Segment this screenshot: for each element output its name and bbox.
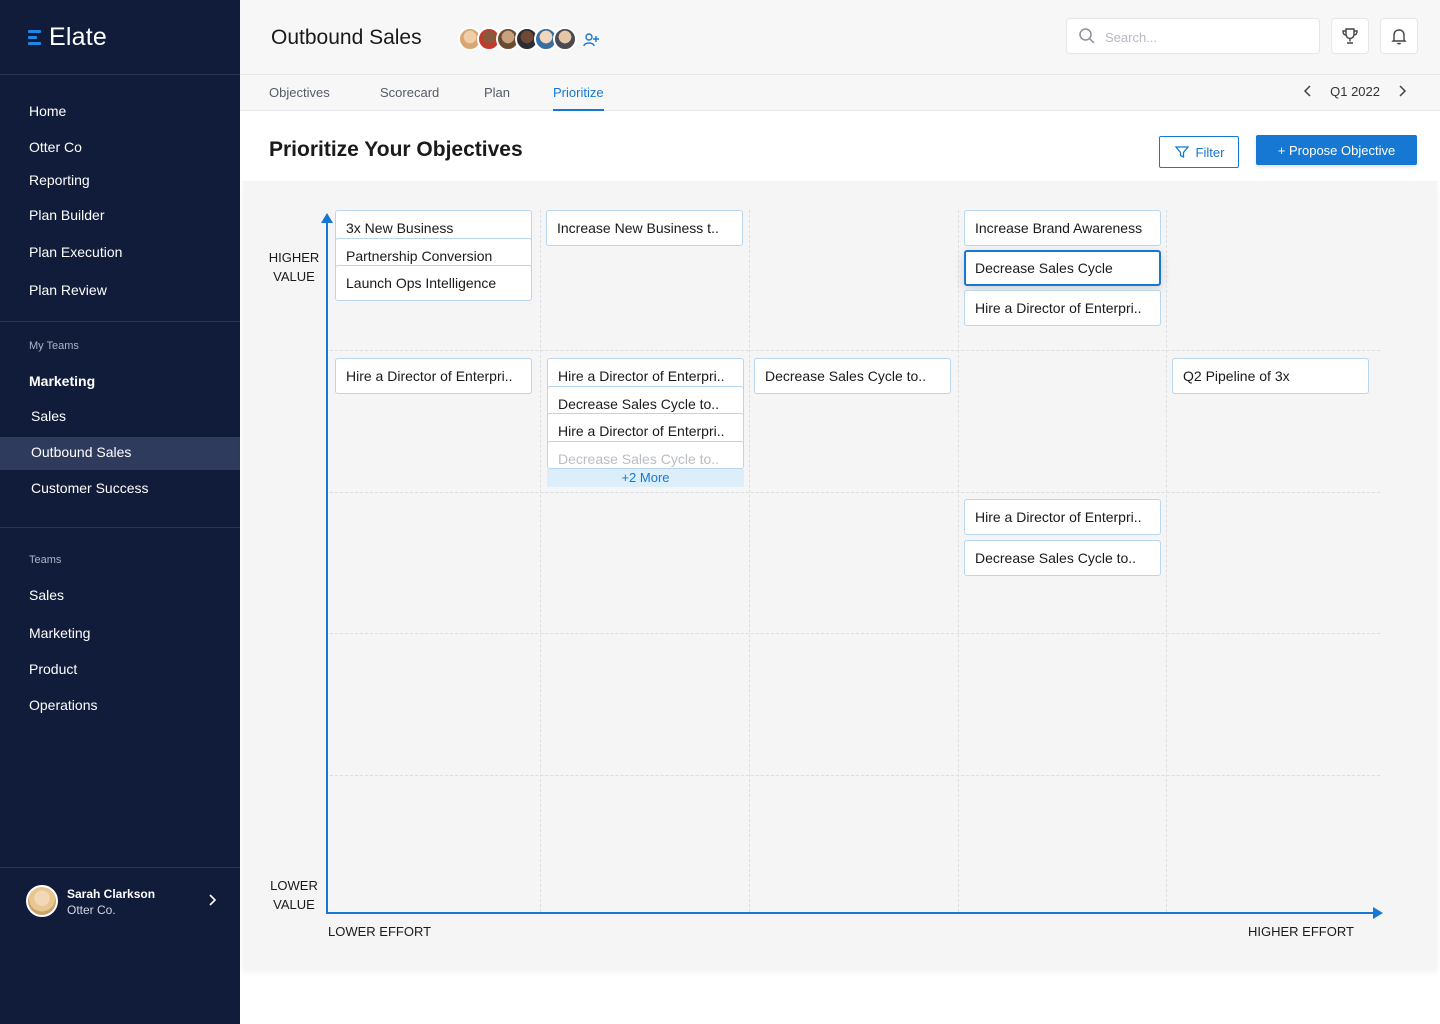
chevron-right-icon[interactable] <box>1394 83 1410 99</box>
y-axis-high-label: HIGHER VALUE <box>266 248 322 286</box>
grid-line <box>330 350 1380 351</box>
avatar[interactable] <box>553 27 577 51</box>
my-teams-heading: My Teams <box>29 340 79 352</box>
sidebar-divider <box>0 321 240 322</box>
objective-card[interactable]: Q2 Pipeline of 3x <box>1172 358 1369 394</box>
user-name: Sarah Clarkson <box>67 887 156 901</box>
sidebar-team-sales[interactable]: Sales <box>31 408 66 424</box>
filter-button[interactable]: Filter <box>1159 136 1239 168</box>
objective-card[interactable]: Hire a Director of Enterpri.. <box>335 358 532 394</box>
objective-card-selected[interactable]: Decrease Sales Cycle <box>964 250 1161 286</box>
brand-logo[interactable]: Elate <box>28 22 107 51</box>
tab-objectives[interactable]: Objectives <box>269 85 330 111</box>
period-label: Q1 2022 <box>1330 83 1380 99</box>
sidebar-item-plan-review[interactable]: Plan Review <box>29 282 107 298</box>
propose-objective-button[interactable]: + Propose Objective <box>1256 135 1417 165</box>
user-org: Otter Co. <box>67 903 116 917</box>
objective-card[interactable]: Increase Brand Awareness <box>964 210 1161 246</box>
add-member-icon[interactable] <box>582 31 600 49</box>
sidebar-item-plan-execution[interactable]: Plan Execution <box>29 244 122 260</box>
x-axis-high-label: HIGHER EFFORT <box>1248 924 1354 939</box>
grid-line <box>749 210 750 912</box>
objective-card[interactable]: Hire a Director of Enterpri.. <box>964 499 1161 535</box>
value-axis <box>326 220 328 914</box>
sidebar-teams-sales[interactable]: Sales <box>29 587 64 603</box>
sidebar-team-customer-success[interactable]: Customer Success <box>31 480 148 496</box>
period-selector: Q1 2022 <box>1300 83 1410 99</box>
sidebar-team-marketing[interactable]: Marketing <box>29 373 95 389</box>
teams-heading: Teams <box>29 554 62 566</box>
objective-card[interactable]: Decrease Sales Cycle to.. <box>754 358 951 394</box>
objective-card[interactable]: Hire a Director of Enterpri.. <box>964 290 1161 326</box>
sidebar-divider <box>0 867 240 868</box>
y-high-line-2: VALUE <box>273 269 315 284</box>
arrow-right-icon <box>1373 907 1383 919</box>
sidebar-item-home[interactable]: Home <box>29 103 66 119</box>
y-low-line-2: VALUE <box>273 897 315 912</box>
search-field[interactable] <box>1066 18 1320 54</box>
content-title: Prioritize Your Objectives <box>269 138 523 161</box>
y-low-line-1: LOWER <box>270 878 318 893</box>
search-input[interactable] <box>1105 27 1305 47</box>
page-title: Outbound Sales <box>271 26 422 49</box>
sidebar-item-otter-co[interactable]: Otter Co <box>29 139 82 155</box>
tab-scorecard[interactable]: Scorecard <box>380 85 439 111</box>
search-icon <box>1079 28 1095 44</box>
sidebar-divider <box>0 527 240 528</box>
sidebar-teams-marketing[interactable]: Marketing <box>29 625 90 641</box>
tab-prioritize[interactable]: Prioritize <box>553 85 604 111</box>
sidebar-teams-operations[interactable]: Operations <box>29 697 97 713</box>
more-objectives-link[interactable]: +2 More <box>547 469 744 487</box>
sidebar-item-reporting[interactable]: Reporting <box>29 172 90 188</box>
arrow-up-icon <box>321 213 333 223</box>
chevron-right-icon <box>209 894 217 906</box>
x-axis-low-label: LOWER EFFORT <box>328 924 432 939</box>
notifications-button[interactable] <box>1380 18 1418 54</box>
y-high-line-1: HIGHER <box>268 250 320 265</box>
grid-line <box>330 633 1380 634</box>
grid-line <box>1166 210 1167 912</box>
grid-line <box>540 210 541 912</box>
sidebar: Elate Home Otter Co Reporting Plan Build… <box>0 0 240 1024</box>
sidebar-item-plan-builder[interactable]: Plan Builder <box>29 207 105 223</box>
trophy-button[interactable] <box>1331 18 1369 54</box>
filter-icon <box>1174 146 1189 159</box>
objective-card[interactable]: Decrease Sales Cycle to.. <box>547 441 744 469</box>
y-axis-low-label: LOWER VALUE <box>266 876 322 914</box>
team-avatars[interactable] <box>458 27 577 51</box>
logo-mark-icon <box>28 29 41 45</box>
objective-card[interactable]: Launch Ops Intelligence <box>335 265 532 301</box>
top-header: Outbound Sales <box>240 0 1440 75</box>
objective-card[interactable]: Increase New Business t.. <box>546 210 743 246</box>
tab-bar: Objectives Scorecard Plan Prioritize Q1 … <box>240 75 1440 111</box>
grid-line <box>958 210 959 912</box>
tab-plan[interactable]: Plan <box>484 85 510 111</box>
brand-name: Elate <box>49 22 107 51</box>
trophy-icon <box>1342 28 1358 44</box>
sidebar-divider <box>0 74 240 75</box>
sidebar-teams-product[interactable]: Product <box>29 661 77 677</box>
grid-line <box>330 492 1380 493</box>
chevron-left-icon[interactable] <box>1300 83 1316 99</box>
user-profile[interactable]: Sarah Clarkson Otter Co. <box>26 884 222 918</box>
effort-axis <box>326 912 1374 914</box>
bell-icon <box>1391 29 1407 45</box>
objective-card[interactable]: Decrease Sales Cycle to.. <box>964 540 1161 576</box>
avatar <box>26 885 58 917</box>
sidebar-team-outbound-sales[interactable]: Outbound Sales <box>31 444 131 460</box>
grid-line <box>330 775 1380 776</box>
filter-label: Filter <box>1195 144 1225 160</box>
